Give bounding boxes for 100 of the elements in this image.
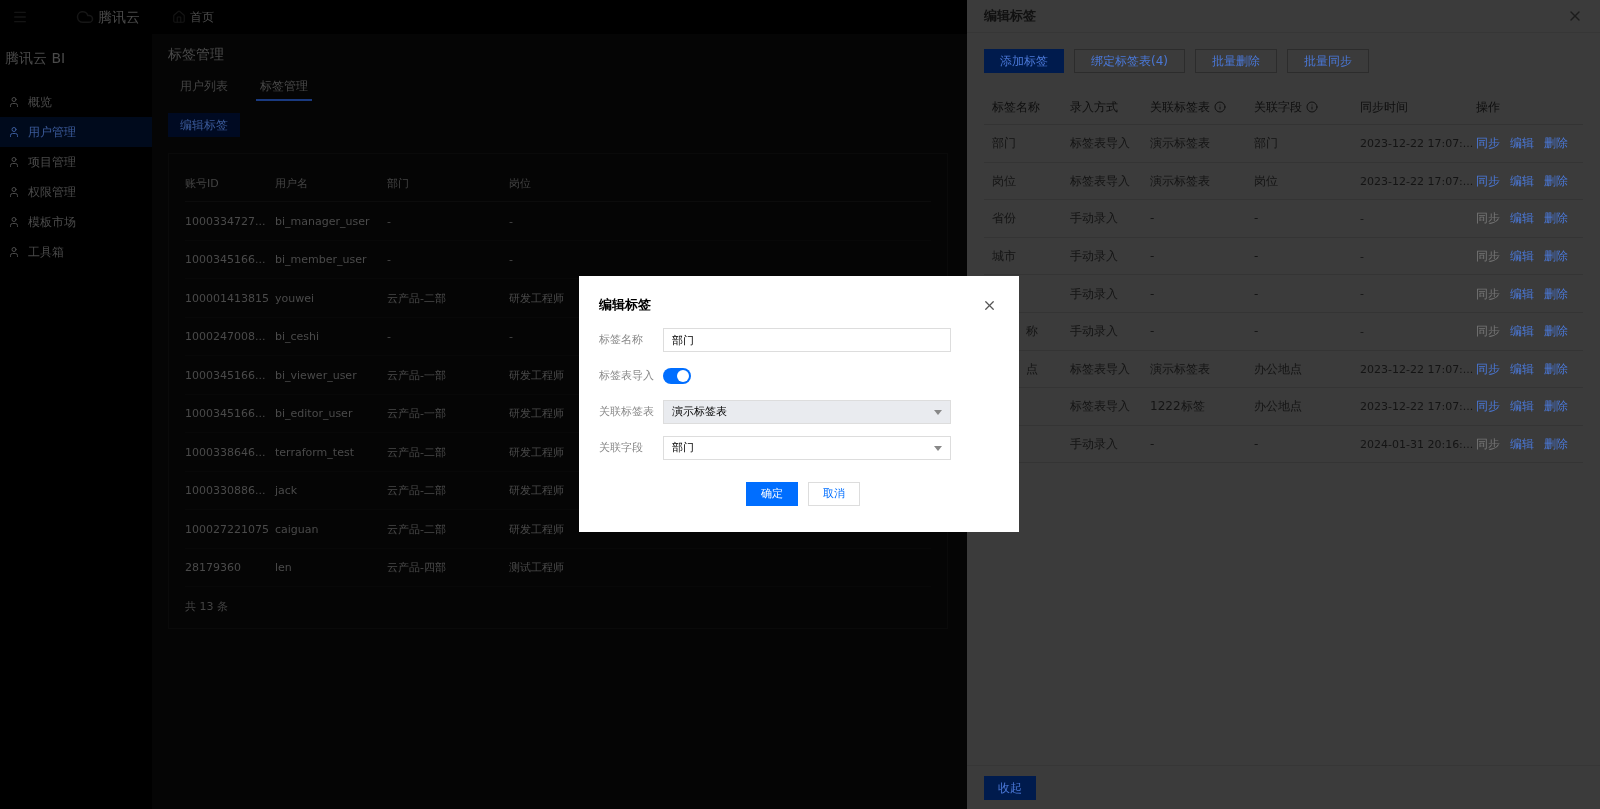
input-field[interactable]: 部门	[663, 328, 951, 352]
dialog-button[interactable]: 确定	[746, 482, 798, 506]
toolbar-button[interactable]: 批量同步	[1287, 49, 1369, 73]
sidebar-item[interactable]: 模板市场	[0, 207, 152, 237]
toolbar-button[interactable]: 批量删除	[1195, 49, 1277, 73]
action-link[interactable]: 同步	[1476, 397, 1500, 416]
toolbar-button[interactable]: 绑定标签表(4)	[1074, 49, 1185, 73]
action-link[interactable]: 删除	[1544, 209, 1568, 228]
page-title: 标签管理	[168, 45, 224, 64]
action-link[interactable]: 删除	[1544, 435, 1568, 454]
action-link[interactable]: 编辑	[1510, 322, 1534, 341]
action-link[interactable]: 编辑	[1510, 134, 1534, 153]
select-field[interactable]: 部门	[663, 436, 951, 460]
table-cell: -	[1150, 211, 1155, 226]
action-link[interactable]: 编辑	[1510, 209, 1534, 228]
table-cell: 1000334727...	[185, 214, 266, 228]
table-cell: -	[1254, 249, 1259, 264]
sidebar-item[interactable]: 概览	[0, 87, 152, 117]
collapse-button[interactable]: 收起	[984, 775, 1036, 800]
table-cell: 1000345166...	[185, 253, 266, 266]
caret-icon	[934, 445, 942, 451]
table-cell: 100027221075	[185, 522, 269, 536]
table-cell: 云产品-四部	[387, 561, 446, 574]
action-link[interactable]: 删除	[1544, 134, 1568, 153]
table-cell: 1000330886...	[185, 484, 266, 497]
table-cell: -	[1150, 286, 1155, 301]
table-cell: 100001413815	[185, 291, 269, 305]
toolbar-button[interactable]: 添加标签	[984, 49, 1064, 73]
user-icon	[8, 216, 20, 228]
table-cell: 1000345166...	[185, 368, 266, 382]
tab[interactable]: 用户列表	[176, 73, 232, 101]
table-cell: bi_viewer_user	[275, 368, 357, 382]
table-cell: -	[1254, 437, 1259, 452]
table-cell: -	[1254, 286, 1259, 301]
field-label: 标签表导入	[599, 367, 655, 384]
action-link[interactable]: 编辑	[1510, 247, 1534, 266]
sidebar-item[interactable]: 权限管理	[0, 177, 152, 207]
table-cell: -	[1360, 249, 1364, 263]
table-cell: terraform_test	[275, 445, 354, 459]
user-icon	[8, 186, 20, 198]
table-cell: 28179360	[185, 561, 241, 574]
field-label: 关联标签表	[599, 403, 655, 420]
table-cell: -	[1360, 325, 1364, 338]
table-cell: bi_manager_user	[275, 214, 370, 228]
sidebar-title: 腾讯云 BI	[5, 49, 66, 68]
table-cell: -	[1150, 324, 1155, 339]
table-cell: -	[1150, 437, 1155, 452]
field-label: 关联字段	[599, 439, 644, 456]
field-label: 标签名称	[599, 331, 644, 348]
action-link[interactable]: 删除	[1544, 247, 1568, 266]
user-icon	[8, 246, 20, 258]
table-cell: -	[1254, 211, 1259, 226]
dialog-button[interactable]: 取消	[808, 482, 860, 506]
table-cell: 1000247008...	[185, 330, 266, 343]
sidebar-item[interactable]: 用户管理	[0, 117, 152, 147]
action-link[interactable]: 删除	[1544, 284, 1568, 303]
table-cell: -	[387, 330, 391, 343]
table-cell: -	[387, 253, 391, 266]
edit-tags-button[interactable]: 编辑标签	[168, 113, 240, 137]
action-link[interactable]: 编辑	[1510, 284, 1534, 303]
toggle-switch[interactable]	[663, 368, 691, 384]
table-cell: jack	[275, 484, 298, 497]
action-link[interactable]: 同步	[1476, 359, 1500, 378]
table-cell: -	[509, 214, 513, 228]
table-cell: -	[509, 253, 513, 266]
nav-link[interactable]: 首页	[190, 8, 214, 26]
action-link[interactable]: 编辑	[1510, 397, 1534, 416]
table-cell: youwei	[275, 291, 315, 305]
table-cell: caiguan	[275, 522, 319, 536]
table-cell: -	[1360, 287, 1364, 301]
table-cell: bi_ceshi	[275, 330, 320, 343]
action-link[interactable]: 同步	[1476, 134, 1500, 153]
action-link[interactable]: 编辑	[1510, 359, 1534, 378]
user-icon	[8, 156, 20, 168]
table-cell: bi_editor_user	[275, 407, 353, 420]
caret-icon	[934, 409, 942, 415]
table-cell: -	[1150, 249, 1155, 264]
table-cell: -	[387, 214, 391, 228]
table-cell: 1000338646...	[185, 445, 266, 459]
table-cell: bi_member_user	[275, 253, 367, 266]
tab[interactable]: 标签管理	[256, 73, 312, 101]
user-icon	[8, 126, 20, 138]
sidebar-item[interactable]: 项目管理	[0, 147, 152, 177]
action-link[interactable]: 同步	[1476, 171, 1500, 190]
info-icon[interactable]	[1306, 100, 1318, 113]
action-link[interactable]: 删除	[1544, 322, 1568, 341]
action-link[interactable]: 删除	[1544, 359, 1568, 378]
action-link[interactable]: 删除	[1544, 171, 1568, 190]
action-link[interactable]: 编辑	[1510, 171, 1534, 190]
info-icon[interactable]	[1214, 100, 1226, 113]
sidebar-item[interactable]: 工具箱	[0, 237, 152, 267]
table-cell: -	[509, 330, 513, 343]
table-cell: -	[1254, 324, 1259, 339]
table-cell: 1000345166...	[185, 407, 266, 420]
user-icon	[8, 96, 20, 108]
dialog-title: 编辑标签	[599, 296, 651, 315]
action-link[interactable]: 删除	[1544, 397, 1568, 416]
action-link[interactable]: 编辑	[1510, 435, 1534, 454]
table-cell: -	[1360, 212, 1364, 226]
table-cell: len	[275, 561, 292, 574]
